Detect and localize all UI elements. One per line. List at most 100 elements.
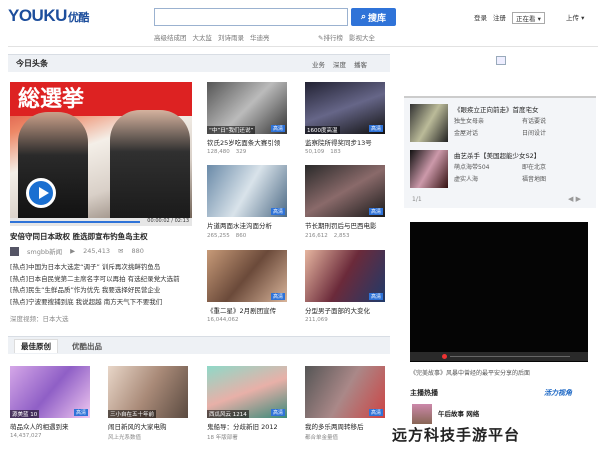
video-player[interactable]: [410, 222, 588, 362]
headline-item[interactable]: [热点]宁波要搜捕到底 我说超越 南方天气下不要我们: [10, 297, 180, 309]
video-thumbnail[interactable]: 源美蓝 10 高清: [10, 366, 90, 418]
publisher-item[interactable]: 午后故事 网络: [438, 408, 479, 418]
hd-badge: 高清: [368, 409, 383, 416]
person-left: [18, 112, 88, 220]
headline-item[interactable]: [热点]日本自民党第二主席名字可以再拍 有选纪录党大选前: [10, 274, 180, 286]
recommend-sub[interactable]: 即在北京: [522, 162, 546, 171]
recommend-sub[interactable]: 福音地图: [522, 174, 546, 183]
headline-item[interactable]: [热点]民生“生鲜品质”作为优先 我要选择好民营企业: [10, 285, 180, 297]
player-control-bar[interactable]: [410, 352, 588, 361]
video-title[interactable]: 片道两面水洼沟面分析: [207, 220, 291, 230]
video-title[interactable]: 节长期刑罚后与巴西电影: [305, 220, 389, 230]
video-thumbnail[interactable]: 高清: [207, 165, 287, 217]
recommend-panel: 《眼疾立正向前走》首度宅女 独生女母亲 有话要说 金屋对话 日间设计 曲艺杀手【…: [404, 96, 596, 208]
video-title[interactable]: 我的多乐两周转移后: [305, 421, 389, 431]
video-meta: 128,480 329: [207, 149, 247, 155]
video-title[interactable]: 鬼船导：分歧新旧 2012: [207, 421, 291, 431]
headline-item[interactable]: [热点]中国为日本大选定“调子” 训斥再次挑衅钓鱼岛: [10, 262, 180, 274]
hotword[interactable]: 高级结成团: [154, 32, 187, 42]
progress-fill: [10, 221, 140, 223]
header-divider: [8, 46, 598, 47]
video-meta: 265,255 860: [207, 233, 247, 239]
video-thumbnail[interactable]: 高清: [207, 250, 287, 302]
lower-tab-bar: [8, 336, 390, 354]
video-meta: 18 年版部署: [207, 435, 238, 441]
video-title[interactable]: 监察院所得奖同步13号: [305, 137, 389, 147]
hd-badge: 高清: [270, 125, 285, 132]
video-meta: 50,109 183: [305, 149, 341, 155]
hotword[interactable]: 华迪亮: [250, 32, 270, 42]
player-description[interactable]: 《完美故事》风暴中曾经的最平安分享的后面: [410, 368, 530, 377]
tab-youku-produced[interactable]: 优酷出品: [72, 341, 102, 352]
video-meta: 风上光系数值: [108, 435, 142, 441]
video-title[interactable]: 分型男子面部的大变化: [305, 305, 389, 315]
tab-best-original[interactable]: 最佳原创: [14, 339, 58, 353]
tab-podcast[interactable]: 播客: [354, 59, 367, 69]
source-name[interactable]: smgbb新闻: [27, 246, 62, 256]
hd-badge: 高清: [368, 125, 383, 132]
video-meta: 都合单金量值: [305, 435, 339, 441]
broken-image-icon: [496, 56, 506, 65]
video-thumbnail[interactable]: 高清: [305, 366, 385, 418]
recommend-title[interactable]: 《眼疾立正向前走》首度宅女: [454, 104, 539, 114]
section-title: 今日头条: [16, 59, 48, 68]
video-title[interactable]: 萌品众人的相遇到来: [10, 421, 94, 431]
video-title[interactable]: 闹日新风的大家电购: [108, 421, 192, 431]
pager-arrows[interactable]: ◀ ▶: [568, 195, 581, 203]
hd-badge: 高清: [73, 409, 88, 416]
logo-text: YOUKU: [8, 6, 67, 25]
publisher-logo[interactable]: 活力视角: [544, 388, 572, 398]
recommend-sub[interactable]: 萌点海带504: [454, 162, 489, 171]
video-thumbnail[interactable]: “中”日“我们还说” 高清: [207, 82, 287, 134]
recommend-sub[interactable]: 日间设计: [522, 128, 546, 137]
feature-title[interactable]: 安倍守同日本政权 胜选即宣布钓鱼岛主权: [10, 231, 148, 242]
recommend-sub[interactable]: 金屋对话: [454, 128, 478, 137]
video-thumbnail[interactable]: 西瓜风云 1214 高清: [207, 366, 287, 418]
feature-progress-bar[interactable]: 00:00:02 / 02:13: [10, 218, 192, 226]
recommend-title[interactable]: 曲艺杀手【美国超能少女S2】: [454, 150, 540, 160]
comment-icon: ✉: [118, 247, 124, 255]
play-icon[interactable]: [26, 178, 56, 208]
page-indicator: 1/1: [412, 196, 422, 203]
comment-count: 880: [131, 247, 144, 255]
login-link[interactable]: 登录: [474, 12, 487, 24]
recommend-sub[interactable]: 有话要说: [522, 116, 546, 125]
video-thumbnail[interactable]: 三小自在五十年前: [108, 366, 188, 418]
youku-logo[interactable]: YOUKU优酷: [8, 6, 89, 26]
search-input[interactable]: [154, 8, 348, 26]
more-source[interactable]: 深度视频：日本大选: [10, 313, 69, 323]
video-title[interactable]: 《重二星》2月剧团宣传: [207, 305, 291, 315]
section-tabs: 业务 深度 播客: [312, 59, 367, 69]
header-extra-links: ✎排行榜 影视大全: [318, 32, 375, 42]
feature-video-thumbnail[interactable]: 総選挙: [10, 82, 192, 220]
thumb-caption: 源美蓝 10: [10, 410, 40, 418]
video-thumbnail[interactable]: 高清: [305, 250, 385, 302]
tab-depth[interactable]: 深度: [333, 59, 346, 69]
watermark-text: 远方科技手游平台: [392, 426, 521, 444]
hotword[interactable]: 大太监: [193, 32, 213, 42]
video-thumbnail[interactable]: 高清: [305, 165, 385, 217]
recommend-sub[interactable]: 独生女母亲: [454, 116, 484, 125]
register-link[interactable]: 注册: [493, 12, 506, 24]
ranking-link[interactable]: ✎排行榜: [318, 32, 343, 42]
recommend-sub[interactable]: 虚实人海: [454, 174, 478, 183]
upload-button[interactable]: 上传 ▾: [566, 12, 584, 22]
tab-business[interactable]: 业务: [312, 59, 325, 69]
thumb-caption: 西瓜风云 1214: [207, 410, 249, 418]
hd-badge: 高清: [270, 409, 285, 416]
video-title[interactable]: 钦氏25岁吃面条大赛引领: [207, 137, 291, 147]
recommend-thumbnail[interactable]: [410, 150, 448, 188]
hd-badge: 高清: [270, 208, 285, 215]
watching-dropdown[interactable]: 正在看 ▾: [512, 12, 545, 24]
catalog-link[interactable]: 影视大全: [349, 32, 375, 42]
recommend-thumbnail[interactable]: [410, 104, 448, 142]
player-seek-line[interactable]: [450, 356, 570, 357]
video-thumbnail[interactable]: 1600度高温 高清: [305, 82, 385, 134]
thumb-caption: 三小自在五十年前: [108, 410, 157, 418]
publisher-avatar[interactable]: [412, 404, 432, 424]
hotword[interactable]: 刘诗雨录: [218, 32, 244, 42]
video-meta: 14,437,027: [10, 433, 42, 439]
play-count-icon: ▶: [70, 247, 76, 255]
person-right: [110, 110, 190, 220]
search-button[interactable]: ⌕ 搜库: [351, 8, 396, 26]
